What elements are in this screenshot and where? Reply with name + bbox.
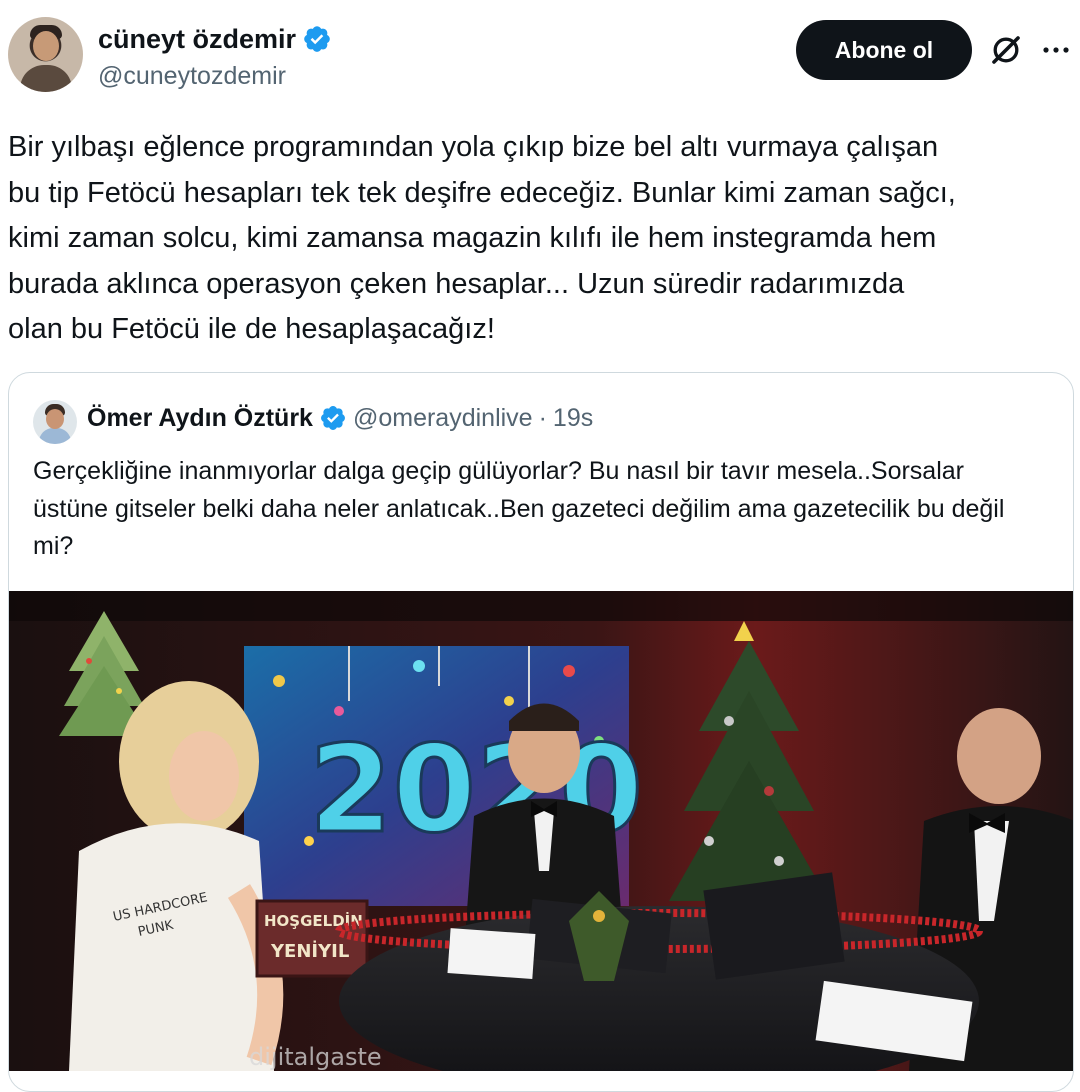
tweet-header: cüneyt özdemir @cuneytozdemir Abone ol	[0, 0, 1080, 100]
author-name-row[interactable]: cüneyt özdemir	[98, 22, 332, 56]
quoted-tweet-text: Gerçekliğine inanmıyorlar dalga geçip gü…	[33, 457, 1005, 560]
quoted-timestamp[interactable]: 19s	[553, 401, 593, 435]
verified-badge-icon	[304, 26, 330, 52]
quoted-author-name[interactable]: Ömer Aydın Öztürk	[87, 401, 313, 435]
author-display-name[interactable]: cüneyt özdemir	[98, 22, 296, 56]
follow-button[interactable]: Abone ol	[796, 20, 972, 80]
quoted-author-row: Ömer Aydın Öztürk @omeraydinlive · 19s	[87, 401, 593, 435]
video-frame: 2020 US HARDCORE PUNK HOŞGELDİN YENİYIL …	[9, 591, 1073, 1071]
author-handle[interactable]: @cuneytozdemir	[98, 60, 286, 92]
verified-badge-icon	[321, 406, 345, 430]
more-options-icon[interactable]	[1040, 36, 1072, 64]
sign-line2: YENİYIL	[270, 940, 349, 962]
quoted-author-avatar[interactable]	[33, 400, 77, 444]
quoted-author-handle[interactable]: @omeraydinlive	[353, 401, 533, 435]
grok-icon[interactable]	[988, 32, 1024, 68]
quoted-tweet[interactable]: Ömer Aydın Öztürk @omeraydinlive · 19s G…	[8, 372, 1074, 1092]
quoted-video[interactable]: 2020 US HARDCORE PUNK HOŞGELDİN YENİYIL …	[9, 591, 1073, 1071]
video-watermark: dijitalgaste	[249, 1043, 382, 1071]
tweet-text: Bir yılbaşı eğlence programından yola çı…	[8, 131, 956, 345]
author-avatar[interactable]	[8, 17, 83, 92]
separator-dot: ·	[538, 404, 547, 432]
